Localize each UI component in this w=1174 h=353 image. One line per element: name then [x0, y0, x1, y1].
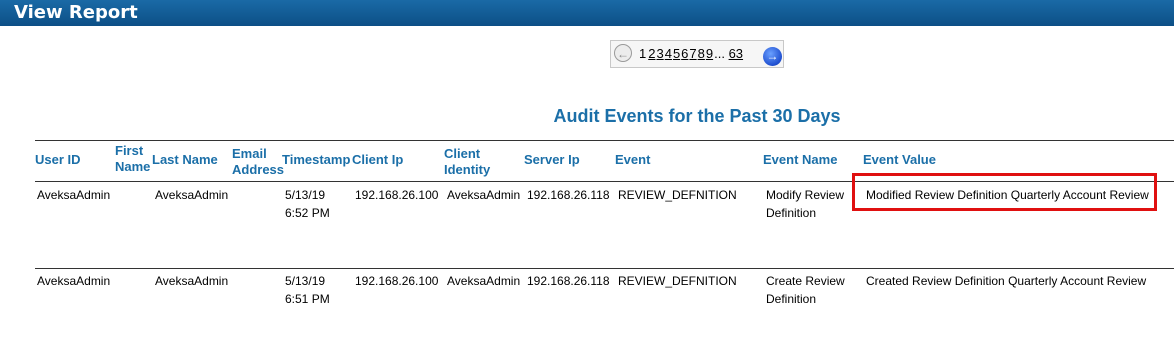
col-first-name-line2: Name — [115, 159, 151, 174]
page-link-7[interactable]: 7 — [689, 46, 696, 61]
col-first-name-line1: First — [115, 143, 144, 158]
cell-client-identity: AveksaAdmin — [447, 188, 521, 202]
cell-timestamp-date: 5/13/19 — [285, 188, 326, 202]
cell-user-id: AveksaAdmin — [37, 274, 111, 288]
page-link-6[interactable]: 6 — [681, 46, 688, 61]
window-title: View Report — [14, 2, 138, 23]
cell-event-value: Created Review Definition Quarterly Acco… — [866, 274, 1147, 288]
col-client-identity-line1: Client — [444, 146, 481, 161]
cell-event-name-line1: Create Review — [766, 274, 845, 288]
col-user-id[interactable]: User ID — [35, 152, 81, 168]
col-event-value[interactable]: Event Value — [863, 152, 936, 168]
highlight-box — [852, 173, 1157, 211]
cell-server-ip: 192.168.26.118 — [527, 188, 610, 202]
col-email-line2: Address — [232, 162, 285, 177]
pagination: ← 1 23456789... 63 → — [610, 40, 784, 68]
col-email-address[interactable]: Email Address — [232, 146, 284, 178]
cell-client-ip: 192.168.26.100 — [355, 188, 439, 202]
cell-server-ip: 192.168.26.118 — [527, 274, 610, 288]
col-client-identity[interactable]: Client Identity — [444, 146, 490, 178]
page-link-last[interactable]: 63 — [729, 46, 743, 61]
cell-event: REVIEW_DEFNITION — [618, 188, 737, 202]
page-link-5[interactable]: 5 — [673, 46, 680, 61]
arrow-right-circle-icon[interactable]: → — [763, 47, 782, 66]
cell-event-name-line1: Modify Review — [766, 188, 845, 202]
col-first-name[interactable]: First Name — [115, 143, 150, 175]
cell-timestamp-time: 6:51 PM — [285, 292, 330, 306]
cell-event-name-line2: Definition — [766, 206, 817, 220]
col-email-line1: Email — [232, 146, 267, 161]
col-last-name[interactable]: Last Name — [152, 152, 218, 168]
cell-client-ip: 192.168.26.100 — [355, 274, 439, 288]
page-link-8[interactable]: 8 — [698, 46, 705, 61]
cell-last-name: AveksaAdmin — [155, 274, 229, 288]
cell-user-id: AveksaAdmin — [37, 188, 111, 202]
col-client-identity-line2: Identity — [444, 162, 491, 177]
report-title-wrap: Audit Events for the Past 30 Days — [0, 106, 1174, 127]
page-link-2[interactable]: 2 — [648, 46, 655, 61]
title-bar: View Report — [0, 0, 1174, 26]
page-link-4[interactable]: 4 — [665, 46, 672, 61]
page-link-9[interactable]: 9 — [706, 46, 713, 61]
col-client-ip[interactable]: Client Ip — [352, 152, 403, 168]
cell-event-name: Modify Review Definition — [766, 186, 844, 222]
cell-event-name-line2: Definition — [766, 292, 817, 306]
cell-client-identity: AveksaAdmin — [447, 274, 521, 288]
col-timestamp[interactable]: Timestamp — [282, 152, 350, 168]
cell-event: REVIEW_DEFNITION — [618, 274, 737, 288]
col-event[interactable]: Event — [615, 152, 650, 168]
cell-timestamp: 5/13/19 6:51 PM — [285, 272, 330, 308]
page-links: 1 23456789... 63 — [639, 46, 744, 61]
current-page: 1 — [639, 46, 647, 61]
report-title: Audit Events for the Past 30 Days — [553, 106, 841, 126]
cell-event-name: Create Review Definition — [766, 272, 845, 308]
cell-last-name: AveksaAdmin — [155, 188, 229, 202]
col-event-name[interactable]: Event Name — [763, 152, 837, 168]
cell-timestamp: 5/13/19 6:52 PM — [285, 186, 330, 222]
pager-ellipsis: ... — [714, 46, 725, 61]
col-server-ip[interactable]: Server Ip — [524, 152, 580, 168]
arrow-left-circle-icon[interactable]: ← — [614, 44, 632, 62]
table-top-rule — [35, 140, 1174, 141]
cell-timestamp-date: 5/13/19 — [285, 274, 326, 288]
cell-timestamp-time: 6:52 PM — [285, 206, 330, 220]
page-link-3[interactable]: 3 — [656, 46, 663, 61]
row-separator — [35, 268, 1174, 269]
